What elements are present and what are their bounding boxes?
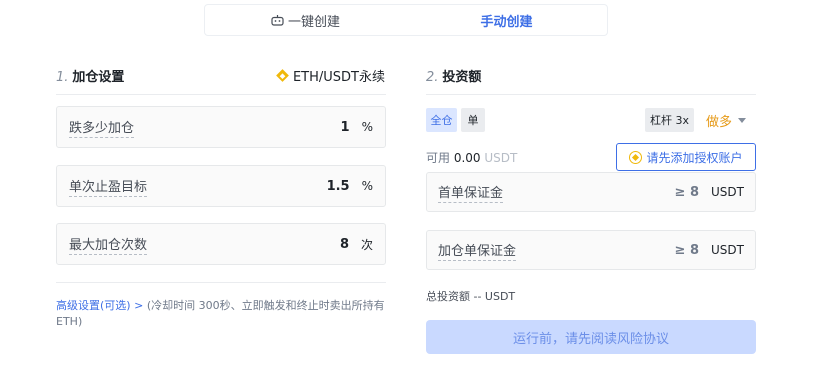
add-position-title: 1. 加仓设置 <box>56 66 124 85</box>
field-unit: USDT <box>711 243 744 257</box>
available-balance: 可用 0.00 USDT <box>426 149 517 166</box>
field-label: 首单保证金 <box>438 182 504 203</box>
direction-label: 做多 <box>706 115 733 130</box>
tab-manual-label: 手动创建 <box>480 14 533 30</box>
direction-select[interactable]: 做多 <box>706 111 747 130</box>
field-min: ≥ 8 <box>674 242 700 258</box>
field-label: 跌多少加仓 <box>69 117 135 138</box>
submit-button[interactable]: 运行前，请先阅读风险协议 <box>426 320 756 354</box>
auth-button-label: 请先添加授权账户 <box>646 150 743 165</box>
field-label: 单次止盈目标 <box>69 176 148 197</box>
chevron-right-icon[interactable]: > <box>134 299 143 312</box>
futures-diamond-icon <box>276 69 289 82</box>
field-min: ≥ 8 <box>674 184 700 200</box>
field-label: 加仓单保证金 <box>438 240 517 261</box>
caret-down-icon <box>738 118 747 123</box>
investment-title: 2. 投资额 <box>426 66 481 85</box>
available-label: 可用 <box>426 151 451 165</box>
section-title: 加仓设置 <box>72 70 125 85</box>
isolated-margin-button[interactable]: 单 <box>461 108 485 132</box>
field-label: 最大加仓次数 <box>69 234 148 255</box>
field-unit: 次 <box>360 237 373 252</box>
advanced-settings-link[interactable]: 高级设置(可选) <box>56 299 131 312</box>
step-number: 2. <box>426 70 439 85</box>
take-profit-field[interactable]: 单次止盈目标 1.5 % <box>56 165 386 207</box>
field-unit: % <box>361 120 373 134</box>
leverage-button[interactable]: 杠杆 3x <box>645 108 694 132</box>
robot-icon <box>271 14 284 26</box>
tab-auto-label: 一键创建 <box>287 14 340 30</box>
field-value: 8 <box>339 236 349 252</box>
max-add-count-field[interactable]: 最大加仓次数 8 次 <box>56 223 386 265</box>
tab-auto-create[interactable]: 一键创建 <box>205 5 406 35</box>
create-mode-tabs: 一键创建 手动创建 <box>204 4 608 36</box>
add-authorized-account-button[interactable]: 请先添加授权账户 <box>616 143 756 171</box>
first-order-margin-field[interactable]: 首单保证金 ≥ 8 USDT <box>426 172 756 212</box>
advanced-settings: 高级设置(可选) > (冷却时间 300秒、立即触发和终止时卖出所持有ETH) <box>56 298 388 330</box>
total-investment: 总投资额 -- USDT <box>426 290 516 303</box>
pair-label: ETH/USDT永续 <box>292 70 385 85</box>
divider <box>426 94 756 95</box>
add-order-margin-field[interactable]: 加仓单保证金 ≥ 8 USDT <box>426 230 756 270</box>
cross-margin-button[interactable]: 全仓 <box>426 108 457 132</box>
available-amount: 0.00 <box>453 151 481 165</box>
tab-manual-create[interactable]: 手动创建 <box>406 5 607 35</box>
field-value: 1 <box>340 119 350 135</box>
field-unit: % <box>361 179 373 193</box>
trading-pair: ETH/USDT永续 <box>276 66 385 85</box>
step-number: 1. <box>56 70 69 85</box>
drop-percent-field[interactable]: 跌多少加仓 1 % <box>56 106 386 148</box>
divider <box>56 94 386 95</box>
divider <box>56 282 386 283</box>
field-unit: USDT <box>711 185 744 199</box>
section-title: 投资额 <box>442 70 482 85</box>
available-currency: USDT <box>484 151 518 165</box>
coin-icon <box>629 150 643 164</box>
field-value: 1.5 <box>326 178 350 194</box>
